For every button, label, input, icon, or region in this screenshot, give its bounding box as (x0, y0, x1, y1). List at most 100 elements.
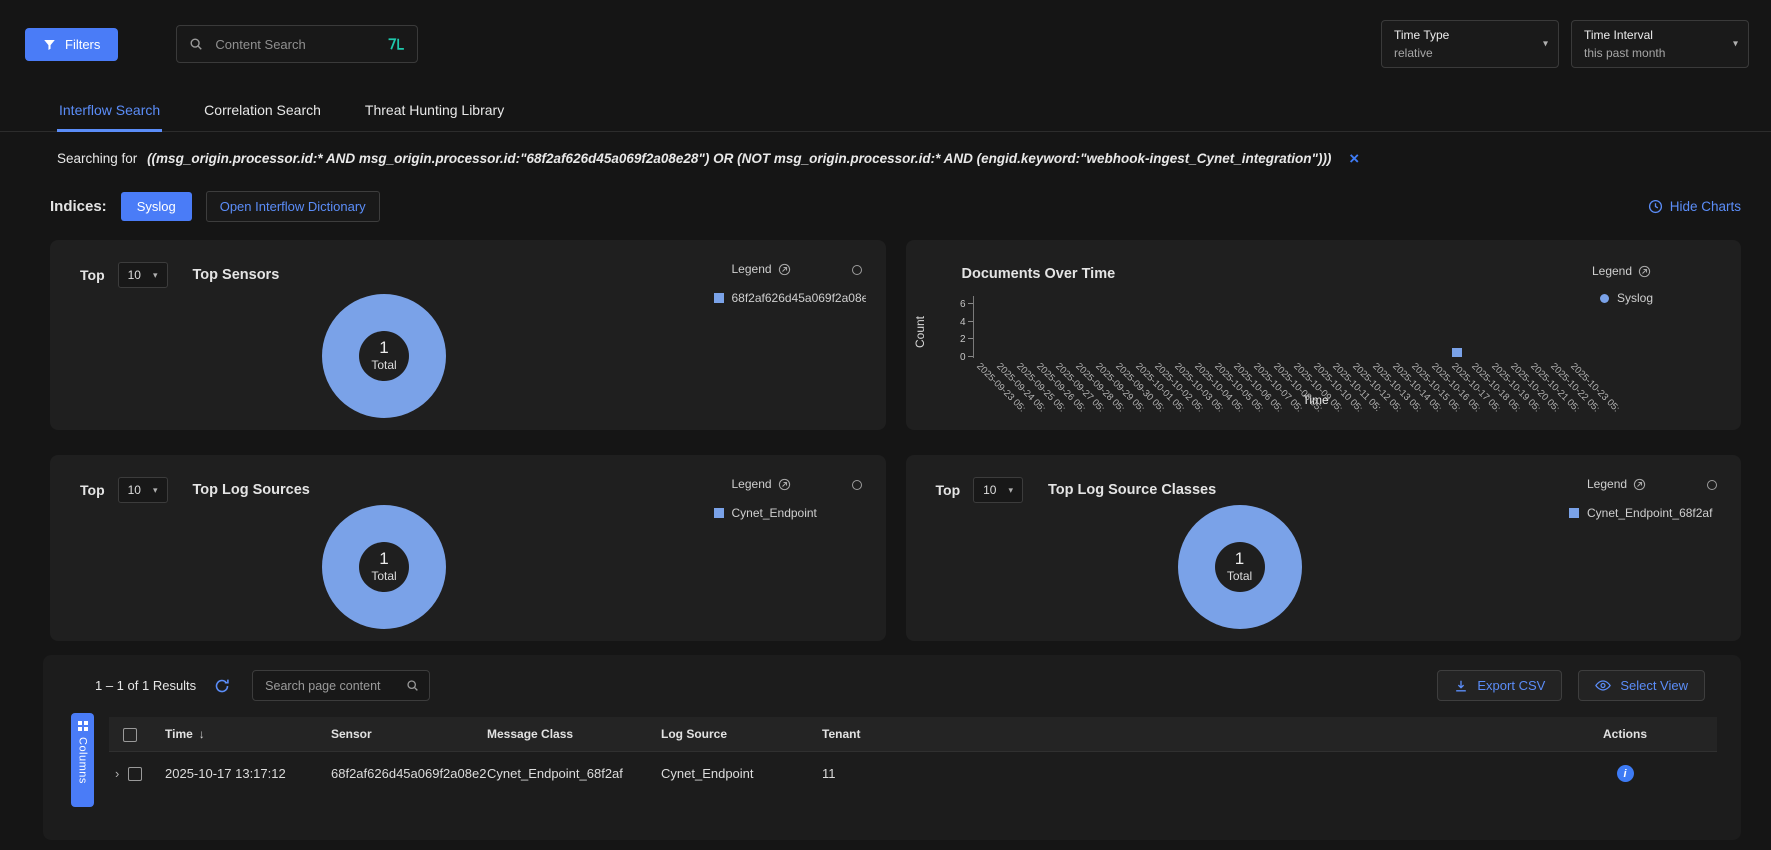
top-count-value: 10 (128, 483, 141, 497)
indices-row: Indices: Syslog Open Interflow Dictionar… (50, 191, 1741, 222)
top-label: Top (936, 482, 961, 498)
panel-title: Top Log Sources (193, 482, 310, 498)
legend-header[interactable]: Legend (1587, 477, 1721, 491)
select-all-checkbox[interactable] (123, 728, 137, 742)
time-interval-value: this past month (1584, 46, 1718, 60)
legend-header[interactable]: Legend (1592, 264, 1653, 278)
legend-label: Cynet_Endpoint_68f2af (1587, 506, 1712, 520)
top-count-select[interactable]: 10 ▾ (118, 477, 168, 503)
interflow-logo-icon (387, 37, 405, 51)
legend-page-dot-icon[interactable] (1707, 480, 1717, 490)
bar-syslog (1452, 348, 1462, 357)
time-interval-select[interactable]: Time Interval this past month ▾ (1571, 20, 1749, 68)
cell-sensor: 68f2af626d45a069f2a08e28 (331, 751, 487, 794)
expand-row-icon[interactable]: › (115, 766, 119, 781)
tab-correlation-search[interactable]: Correlation Search (202, 92, 323, 131)
donut-total-value: 1 (379, 339, 388, 358)
results-toolbar: 1 – 1 of 1 Results Export CSV (43, 655, 1741, 701)
columns-button[interactable]: Columns (71, 713, 94, 807)
donut-total-value: 1 (1235, 550, 1244, 569)
legend-title: Legend (1587, 477, 1627, 491)
cell-log-source: Cynet_Endpoint (661, 751, 822, 794)
donut-center: 1 Total (359, 542, 409, 592)
cell-tenant: 11 (822, 751, 1537, 794)
panel-head: Top 10 ▾ Top Log Source Classes (936, 477, 1217, 503)
panel-top-log-sources: Top 10 ▾ Top Log Sources Legend Cynet_En… (50, 455, 886, 641)
y-axis-title: Count (913, 287, 927, 377)
column-header-time[interactable]: Time↓ (165, 717, 331, 751)
tab-interflow-search[interactable]: Interflow Search (57, 92, 162, 132)
legend-title: Legend (1592, 264, 1632, 278)
search-summary-prefix: Searching for (57, 151, 137, 166)
legend: Legend Cynet_Endpoint (694, 477, 866, 520)
panel-title: Documents Over Time (962, 266, 1116, 282)
export-csv-button[interactable]: Export CSV (1437, 670, 1562, 701)
top-sensors-donut-chart: 1 Total (322, 294, 446, 418)
info-icon[interactable]: i (1617, 765, 1634, 782)
legend-expand-icon (1638, 265, 1651, 278)
legend-item[interactable]: Cynet_Endpoint (714, 506, 866, 520)
table-header-row: Time↓ Sensor Message Class Log Source Te… (109, 717, 1717, 751)
legend-label: Cynet_Endpoint (732, 506, 817, 520)
legend-marker (714, 508, 724, 518)
top-count-select[interactable]: 10 ▾ (118, 262, 168, 288)
time-type-value: relative (1394, 46, 1528, 60)
panel-head: Top 10 ▾ Top Log Sources (80, 477, 310, 503)
legend: Legend Syslog (1592, 264, 1653, 305)
open-interflow-dictionary-button[interactable]: Open Interflow Dictionary (206, 191, 380, 222)
donut-center: 1 Total (359, 331, 409, 381)
column-header-message-class[interactable]: Message Class (487, 717, 661, 751)
chevron-down-icon: ▾ (1543, 39, 1548, 50)
legend-item[interactable]: Syslog (1600, 291, 1653, 305)
top-log-sources-donut-chart: 1 Total (322, 505, 446, 629)
hide-charts-label: Hide Charts (1670, 199, 1741, 214)
columns-label: Columns (77, 737, 89, 784)
hide-charts-button[interactable]: Hide Charts (1648, 199, 1741, 214)
top-count-value: 10 (128, 268, 141, 282)
sort-descending-icon: ↓ (199, 727, 205, 741)
legend-page-dot-icon[interactable] (852, 265, 862, 275)
column-header-sensor[interactable]: Sensor (331, 717, 487, 751)
row-checkbox[interactable] (128, 767, 142, 781)
panel-head: Top 10 ▾ Top Sensors (80, 262, 279, 288)
results-panel: 1 – 1 of 1 Results Export CSV (43, 655, 1741, 840)
cell-message-class: Cynet_Endpoint_68f2af (487, 751, 661, 794)
content-search-input[interactable] (213, 36, 377, 53)
legend-title: Legend (732, 262, 772, 276)
legend-page-dot-icon[interactable] (852, 480, 862, 490)
filters-label: Filters (65, 37, 100, 52)
select-view-button[interactable]: Select View (1578, 670, 1705, 701)
column-header-log-source[interactable]: Log Source (661, 717, 822, 751)
indices-label: Indices: (50, 198, 107, 215)
syslog-index-button[interactable]: Syslog (121, 192, 192, 221)
tab-threat-hunting-library[interactable]: Threat Hunting Library (363, 92, 506, 131)
filters-button[interactable]: Filters (25, 28, 118, 61)
export-csv-label: Export CSV (1477, 678, 1545, 693)
column-header-tenant[interactable]: Tenant (822, 717, 1537, 751)
clear-query-button[interactable]: × (1349, 149, 1359, 168)
page-search-box (252, 670, 430, 701)
chevron-down-icon: ▾ (153, 270, 158, 281)
legend-item[interactable]: Cynet_Endpoint_68f2af (1569, 506, 1721, 520)
time-type-label: Time Type (1394, 28, 1528, 42)
legend-header[interactable]: Legend (732, 262, 866, 276)
panel-documents-over-time: Documents Over Time Legend Syslog Count … (906, 240, 1742, 430)
legend-header[interactable]: Legend (732, 477, 866, 491)
legend-label: 68f2af626d45a069f2a08e28 (732, 291, 866, 305)
refresh-button[interactable] (214, 678, 230, 694)
panel-title: Top Log Source Classes (1048, 482, 1216, 498)
search-icon (406, 679, 419, 692)
legend-expand-icon (778, 263, 791, 276)
top-count-select[interactable]: 10 ▾ (973, 477, 1023, 503)
panel-top-log-source-classes: Top 10 ▾ Top Log Source Classes Legend C… (906, 455, 1742, 641)
search-icon (189, 37, 203, 51)
cell-time: 2025-10-17 13:17:12 (165, 751, 331, 794)
time-type-select[interactable]: Time Type relative ▾ (1381, 20, 1559, 68)
page-search-input[interactable] (263, 678, 398, 694)
table-row[interactable]: › 2025-10-17 13:17:12 68f2af626d45a069f2… (109, 751, 1717, 794)
legend-marker (1600, 294, 1609, 303)
tabbar: Interflow Search Correlation Search Thre… (0, 92, 1771, 132)
legend-item[interactable]: 68f2af626d45a069f2a08e28 (714, 291, 866, 305)
donut-center: 1 Total (1215, 542, 1265, 592)
legend-label: Syslog (1617, 291, 1653, 305)
